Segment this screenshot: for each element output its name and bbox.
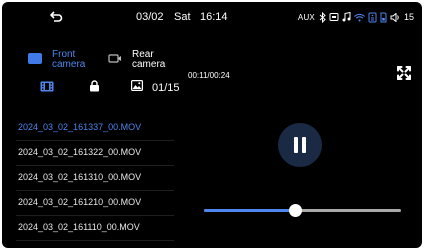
volume-icon <box>390 12 399 22</box>
status-day: Sat <box>174 11 191 23</box>
wifi-icon <box>354 13 365 21</box>
signal-icon <box>368 12 377 22</box>
music-note-icon <box>342 12 351 22</box>
front-camera-button[interactable]: Front camera <box>28 50 92 70</box>
rear-camera-button[interactable]: Rear camera <box>108 50 172 70</box>
dashcam-playback-screen: 03/02 Sat 16:14 AUX 15 Front camera Rear… <box>2 2 422 248</box>
pause-button[interactable] <box>278 123 322 167</box>
car-icon <box>329 13 339 21</box>
aux-label: AUX <box>297 12 315 22</box>
camera-icon <box>28 53 42 64</box>
file-row[interactable]: 2024_03_02_161322_00.MOV <box>16 141 174 166</box>
status-date: 03/02 <box>136 11 164 23</box>
recording-time: 00:11/00:24 <box>188 71 230 80</box>
file-row[interactable]: 2024_03_02_161310_00.MOV <box>16 166 174 191</box>
front-camera-label: Front camera <box>52 49 86 70</box>
status-time: 16:14 <box>200 11 228 23</box>
file-row[interactable]: 2024_03_02_161337_00.MOV <box>16 116 174 141</box>
back-arrow-icon[interactable] <box>48 9 64 25</box>
bluetooth-icon <box>319 11 326 23</box>
pause-icon <box>302 137 306 153</box>
status-icons: AUX 15 <box>298 10 414 24</box>
file-count: 01/15 <box>152 82 180 94</box>
file-row[interactable]: 2024_03_02_161110_00.MOV <box>16 216 174 241</box>
status-bar: 03/02 Sat 16:14 AUX 15 <box>2 2 422 32</box>
playback-progress-slider[interactable] <box>204 204 401 218</box>
photo-icon[interactable] <box>131 80 143 91</box>
video-icon[interactable] <box>40 81 54 92</box>
fullscreen-icon[interactable] <box>397 66 411 80</box>
volume-level: 15 <box>403 12 414 22</box>
rear-camera-label: Rear camera <box>132 49 166 70</box>
sd-card-icon <box>380 12 387 22</box>
camera-icon <box>108 54 121 63</box>
slider-knob[interactable] <box>288 204 302 217</box>
lock-icon[interactable] <box>89 80 100 92</box>
file-list: 2024_03_02_161337_00.MOV 2024_03_02_16132… <box>16 116 174 241</box>
pause-icon <box>294 137 298 153</box>
file-row[interactable]: 2024_03_02_161210_00.MOV <box>16 191 174 216</box>
slider-fill <box>204 209 295 212</box>
